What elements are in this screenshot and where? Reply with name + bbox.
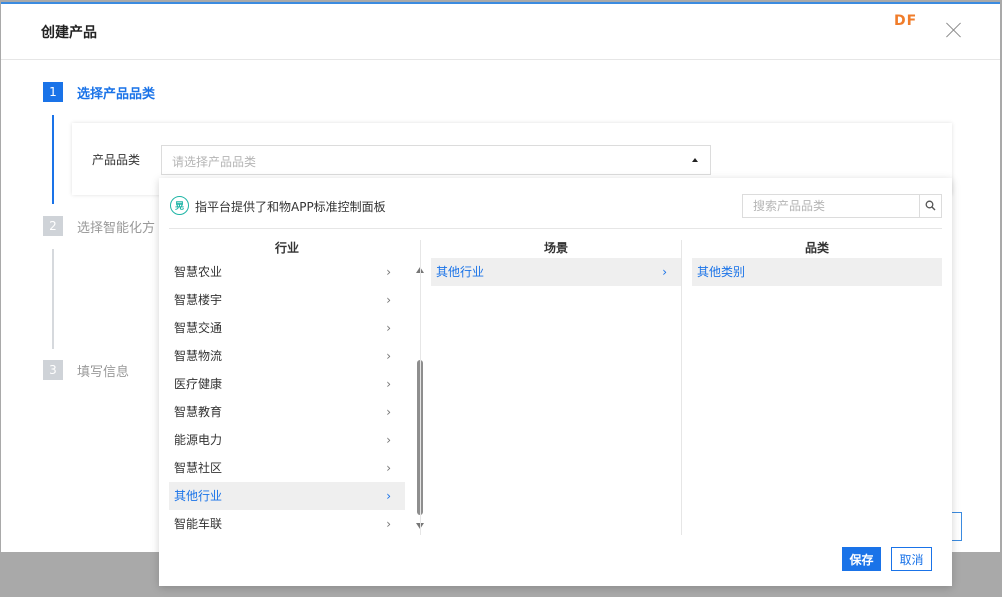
category-search-box	[742, 194, 942, 218]
industry-item-label: 智慧楼宇	[174, 293, 223, 307]
column-divider	[681, 240, 682, 535]
step-label: 选择产品品类	[77, 86, 156, 102]
industry-item[interactable]: 能源电力 ›	[169, 426, 405, 454]
step-3: 3 填写信息	[43, 360, 129, 380]
category-column-header: 品类	[804, 241, 829, 255]
dialog-title: 创建产品	[41, 25, 97, 41]
industry-item[interactable]: 智慧交通 ›	[169, 314, 405, 342]
industry-item-label: 智慧交通	[174, 321, 223, 335]
industry-item-label: 智慧社区	[174, 461, 223, 475]
search-button[interactable]	[919, 195, 941, 217]
chevron-right-icon: ›	[662, 265, 667, 279]
step-1: 1 选择产品品类	[43, 82, 155, 102]
chevron-right-icon: ›	[386, 489, 391, 503]
category-label: 产品品类	[92, 153, 141, 167]
category-search-input[interactable]	[743, 195, 919, 217]
step-connector-active	[52, 115, 54, 204]
industry-item[interactable]: 智能车联 ›	[169, 510, 405, 538]
step-label: 选择智能化方	[77, 220, 156, 236]
industry-item[interactable]: 其他行业 ›	[169, 482, 405, 510]
industry-item[interactable]: 智慧农业 ›	[169, 258, 405, 286]
category-dropdown-panel: 晃 指平台提供了和物APP标准控制面板 行业 智慧农业›智慧楼宇›智慧交通›智慧…	[159, 178, 952, 586]
chevron-right-icon: ›	[386, 321, 391, 335]
brand-logo: DF	[894, 13, 918, 29]
scene-column: 场景 其他行业 ›	[431, 238, 681, 535]
step-label: 填写信息	[77, 364, 130, 380]
dialog-header: 创建产品 DF	[1, 4, 1000, 60]
industry-item-label: 其他行业	[174, 489, 223, 503]
dropdown-header: 晃 指平台提供了和物APP标准控制面板	[159, 178, 952, 228]
close-icon[interactable]	[945, 21, 963, 39]
industry-item[interactable]: 智慧楼宇 ›	[169, 286, 405, 314]
category-item[interactable]: 其他类别	[692, 258, 942, 286]
category-list: 其他类别	[692, 258, 942, 286]
industry-item[interactable]: 智慧教育 ›	[169, 398, 405, 426]
industry-column: 行业 智慧农业 › 智慧楼宇 › 智慧交通 › 智慧物流 › 医疗健康 › 智慧教育 › 能源电力 › 智慧…	[169, 238, 425, 535]
industry-item-label: 能源电力	[174, 433, 223, 447]
hewu-app-icon: 晃	[170, 196, 189, 215]
chevron-right-icon: ›	[386, 293, 391, 307]
chevron-right-icon: ›	[386, 461, 391, 475]
dropdown-divider	[169, 228, 942, 229]
scene-item-label: 其他行业	[436, 265, 485, 279]
category-select-placeholder: 请选择产品品类	[172, 155, 257, 169]
column-divider	[420, 240, 421, 535]
step-2: 2 选择智能化方	[43, 216, 155, 236]
step-number: 3	[43, 360, 63, 380]
category-select[interactable]: 请选择产品品类	[161, 145, 711, 175]
step-number: 2	[43, 216, 63, 236]
dropdown-note: 指平台提供了和物APP标准控制面板	[195, 200, 386, 214]
step-number: 1	[43, 82, 63, 102]
industry-item-label: 智能车联	[174, 517, 223, 531]
industry-item-label: 智慧物流	[174, 349, 223, 363]
cancel-button[interactable]: 取消	[891, 547, 932, 571]
chevron-right-icon: ›	[386, 377, 391, 391]
industry-item-label: 智慧教育	[174, 405, 223, 419]
step-connector	[52, 249, 54, 349]
scene-item[interactable]: 其他行业 ›	[431, 258, 681, 286]
chevron-right-icon: ›	[386, 405, 391, 419]
industry-list: 智慧农业 › 智慧楼宇 › 智慧交通 › 智慧物流 › 医疗健康 › 智慧教育 › 能源电力 › 智慧社区 ›…	[169, 258, 405, 538]
industry-item-label: 智慧农业	[174, 265, 223, 279]
industry-item[interactable]: 智慧社区 ›	[169, 454, 405, 482]
caret-up-icon	[692, 158, 698, 162]
save-button[interactable]: 保存	[842, 547, 881, 571]
category-item-label: 其他类别	[697, 265, 746, 279]
category-column: 品类 其他类别	[692, 238, 942, 535]
chevron-right-icon: ›	[386, 433, 391, 447]
chevron-right-icon: ›	[386, 517, 391, 531]
scene-list: 其他行业 ›	[431, 258, 681, 286]
industry-item[interactable]: 智慧物流 ›	[169, 342, 405, 370]
scene-column-header: 场景	[543, 241, 568, 255]
industry-column-header: 行业	[274, 241, 299, 255]
industry-item[interactable]: 医疗健康 ›	[169, 370, 405, 398]
search-icon	[925, 200, 936, 211]
chevron-right-icon: ›	[386, 349, 391, 363]
chevron-right-icon: ›	[386, 265, 391, 279]
industry-item-label: 医疗健康	[174, 377, 223, 391]
